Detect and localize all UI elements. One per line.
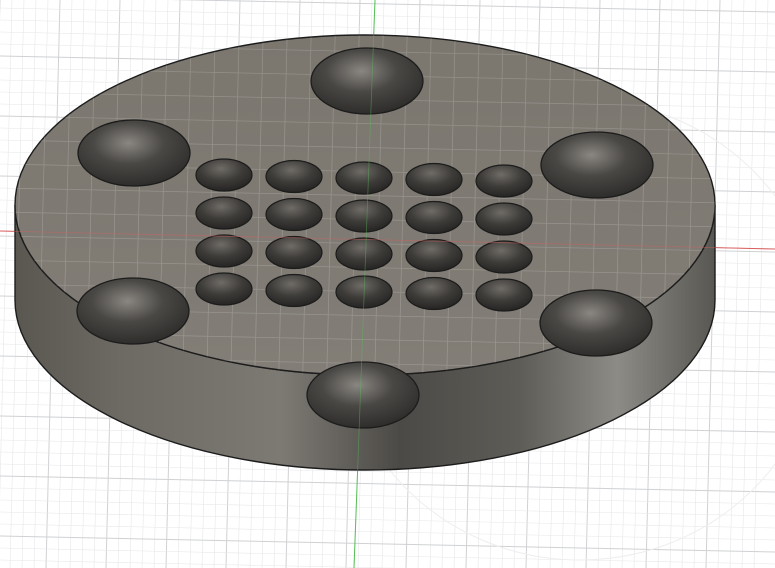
small-hole: [265, 159, 323, 194]
small-hole: [265, 235, 323, 270]
large-hole: [310, 47, 424, 115]
3d-viewport[interactable]: [0, 0, 775, 568]
small-hole: [335, 199, 393, 233]
small-hole: [195, 234, 253, 268]
small-hole: [475, 164, 533, 198]
small-hole: [405, 162, 463, 197]
large-hole: [539, 289, 653, 357]
viewport-canvas[interactable]: [0, 0, 775, 568]
small-hole: [475, 278, 533, 312]
small-hole: [195, 272, 253, 306]
large-hole: [76, 277, 190, 345]
small-hole: [475, 240, 533, 274]
small-hole: [335, 161, 393, 195]
small-hole: [405, 276, 463, 311]
small-hole: [265, 197, 323, 232]
small-hole: [335, 237, 393, 271]
small-hole: [405, 238, 463, 273]
small-hole: [195, 196, 253, 230]
small-hole: [405, 200, 463, 235]
disc-part[interactable]: [0, 0, 775, 568]
small-hole: [195, 158, 253, 192]
large-hole: [77, 119, 191, 187]
large-hole: [540, 131, 654, 199]
small-hole: [475, 202, 533, 236]
small-hole: [265, 273, 323, 308]
large-hole: [306, 361, 420, 429]
